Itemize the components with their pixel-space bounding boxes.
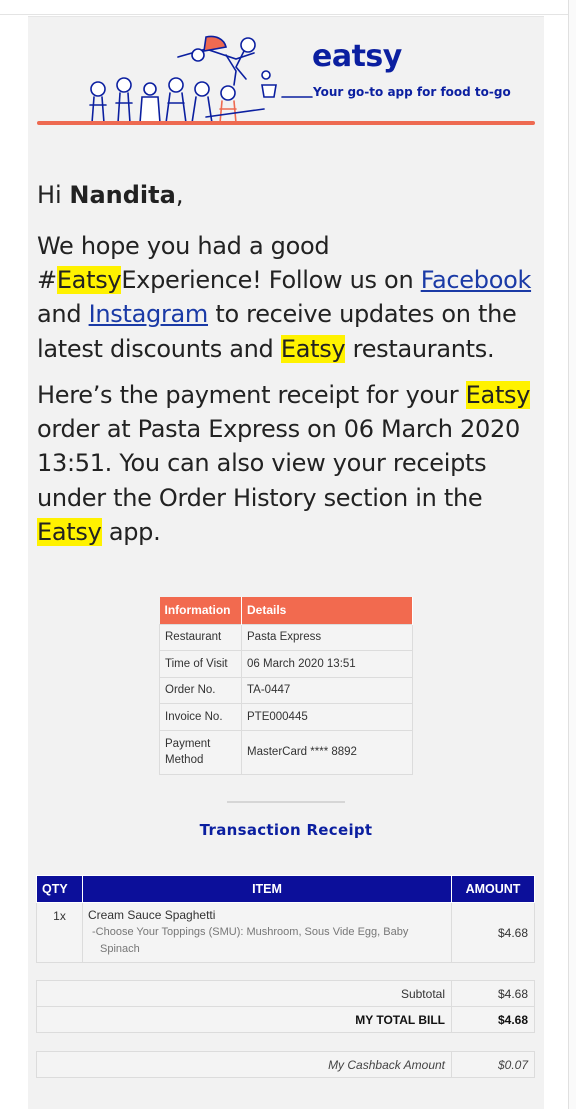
greeting-comma: , xyxy=(175,181,184,209)
subtotal-row: Subtotal $4.68 xyxy=(36,980,535,1007)
p2-text-3: app. xyxy=(101,517,161,546)
p2-text-1: Here’s the payment receipt for your xyxy=(37,381,466,409)
info-key: Order No. xyxy=(159,676,242,704)
receipt-title: Transaction Receipt xyxy=(199,821,373,839)
item-option-line-1: -Choose Your Toppings (SMU): Mushroom, S… xyxy=(92,926,409,938)
order-info-table: Information Details Restaurant Pasta Exp… xyxy=(159,597,413,775)
brand-tagline: Your go-to app for food to-go xyxy=(313,85,511,99)
info-key: Restaurant xyxy=(159,623,242,651)
cashback-row: My Cashback Amount $0.07 xyxy=(36,1051,535,1078)
p1-text-3: and xyxy=(37,300,89,329)
info-value: 06 March 2020 13:51 xyxy=(241,650,413,678)
email-card: eatsy Your go-to app for food to-go Hi N… xyxy=(28,16,544,1109)
info-header-information: Information xyxy=(159,597,242,624)
receipt-intro-paragraph: Here’s the payment receipt for your Eats… xyxy=(37,378,542,549)
item-name: Cream Sauce Spaghetti xyxy=(88,908,216,922)
col-item: ITEM xyxy=(82,875,452,903)
info-table-header: Information Details xyxy=(159,597,413,624)
info-key: Invoice No. xyxy=(159,703,242,731)
greeting: Hi Nandita, xyxy=(37,181,183,209)
info-value: TA-0447 xyxy=(241,676,413,704)
scrollbar-track[interactable] xyxy=(568,0,576,1109)
info-row-payment: Payment Method MasterCard **** 8892 xyxy=(159,729,413,775)
item-options: -Choose Your Toppings (SMU): Mushroom, S… xyxy=(88,924,446,958)
info-row-time: Time of Visit 06 March 2020 13:51 xyxy=(159,650,413,678)
top-strip xyxy=(0,0,576,15)
brand-highlight: Eatsy xyxy=(465,381,531,409)
brand-highlight: Eatsy xyxy=(37,517,102,546)
col-qty: QTY xyxy=(36,875,83,903)
people-illustration xyxy=(89,35,313,124)
info-row-invoice-no: Invoice No. PTE000445 xyxy=(159,703,413,731)
customer-name: Nandita xyxy=(69,181,176,209)
table-row: 1x Cream Sauce Spaghetti -Choose Your To… xyxy=(36,902,535,963)
section-divider xyxy=(227,801,345,803)
transaction-table: QTY ITEM AMOUNT 1x Cream Sauce Spaghetti… xyxy=(36,875,535,963)
cashback-table: My Cashback Amount $0.07 xyxy=(36,1051,535,1078)
col-amount: AMOUNT xyxy=(451,875,535,903)
info-key: Payment Method xyxy=(159,729,242,775)
info-row-restaurant: Restaurant Pasta Express xyxy=(159,623,413,651)
subtotal-label: Subtotal xyxy=(36,980,452,1007)
info-key: Time of Visit xyxy=(159,650,242,678)
totals-table: Subtotal $4.68 MY TOTAL BILL $4.68 xyxy=(36,980,535,1033)
cashback-label: My Cashback Amount xyxy=(36,1051,452,1078)
brand-highlight: Eatsy xyxy=(56,266,122,295)
brand-logo: eatsy xyxy=(312,39,402,74)
p1-text-5: restaurants. xyxy=(345,334,495,363)
greeting-hi: Hi xyxy=(37,181,62,209)
follow-us-paragraph: We hope you had a good #EatsyExperience!… xyxy=(37,229,542,366)
subtotal-value: $4.68 xyxy=(451,980,535,1007)
item-amount: $4.68 xyxy=(451,902,535,963)
p2-text-2: order at Pasta Express on 06 March 2020 … xyxy=(37,415,520,512)
info-header-details: Details xyxy=(241,597,413,624)
total-label: MY TOTAL BILL xyxy=(36,1006,452,1033)
item-qty: 1x xyxy=(36,902,83,963)
item-option-line-2: Spinach xyxy=(100,943,140,955)
info-value: Pasta Express xyxy=(241,623,413,651)
info-row-order-no: Order No. TA-0447 xyxy=(159,676,413,704)
info-value: PTE000445 xyxy=(241,703,413,731)
transaction-header: QTY ITEM AMOUNT xyxy=(36,875,535,903)
header-divider xyxy=(37,121,535,125)
info-value: MasterCard **** 8892 xyxy=(241,729,413,775)
total-row: MY TOTAL BILL $4.68 xyxy=(36,1006,535,1033)
cashback-value: $0.07 xyxy=(451,1051,535,1078)
facebook-link[interactable]: Facebook xyxy=(421,266,532,294)
item-cell: Cream Sauce Spaghetti -Choose Your Toppi… xyxy=(82,902,452,963)
instagram-link[interactable]: Instagram xyxy=(89,300,209,328)
brand-highlight: Eatsy xyxy=(280,334,346,363)
p1-text-2: Experience! Follow us on xyxy=(121,266,421,295)
total-value: $4.68 xyxy=(451,1006,535,1033)
